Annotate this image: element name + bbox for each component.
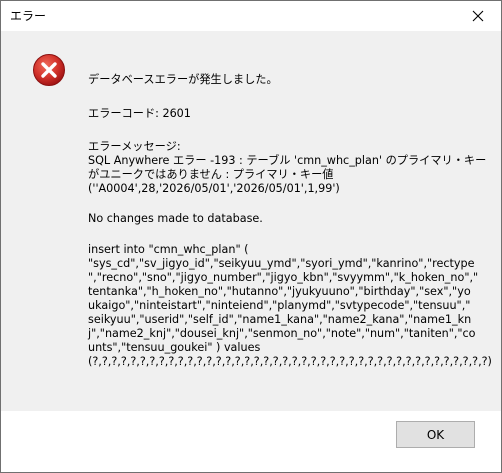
sql-line: insert into "cmn_whc_plan" ( xyxy=(88,243,249,256)
sql-line: j","name2_knj","dousei_knj","senmon_no",… xyxy=(88,327,476,340)
no-changes-text: No changes made to database. xyxy=(88,212,263,225)
error-icon xyxy=(33,54,65,86)
error-dialog: エラー データベースエラーが発生しました。 エラーコード: 2601 エラーメッ… xyxy=(0,0,502,473)
sql-line: tentanka","h_hoken_no","hutanno","jyukyu… xyxy=(88,285,471,298)
message-header: データベースエラーが発生しました。 xyxy=(88,73,278,86)
ok-button[interactable]: OK xyxy=(396,421,475,448)
sql-line: ukaigo","ninteistart","ninteiend","plany… xyxy=(88,299,471,312)
window-title: エラー xyxy=(10,9,47,23)
title-bar[interactable]: エラー xyxy=(1,1,501,31)
error-message-label: エラーメッセージ: xyxy=(88,140,181,153)
close-button[interactable] xyxy=(455,1,501,31)
error-code: エラーコード: 2601 xyxy=(88,107,191,120)
sql-line: ","recno","sno","jigyo_number","jigyo_kb… xyxy=(88,271,479,284)
sql-line: "sys_cd","sv_jigyo_id","seikyuu_ymd","sy… xyxy=(88,257,475,270)
error-line: SQL Anywhere エラー -193 : テーブル 'cmn_whc_pl… xyxy=(88,154,487,167)
error-line: がユニークではありません : プライマリ・キー値 xyxy=(88,168,334,181)
sql-line: (?,?,?,?,?,?,?,?,?,?,?,?,?,?,?,?,?,?,?,?… xyxy=(88,355,492,368)
sql-line: unts","tensuu_goukei" ) values xyxy=(88,341,261,354)
error-message: データベースエラーが発生しました。 エラーコード: 2601 エラーメッセージ:… xyxy=(88,73,492,369)
error-line: (''A0004',28,'2026/05/01','2026/05/01',1… xyxy=(88,182,340,195)
sql-line: seikyuu","userid","self_id","name1_kana"… xyxy=(88,313,472,326)
close-icon xyxy=(472,10,484,22)
